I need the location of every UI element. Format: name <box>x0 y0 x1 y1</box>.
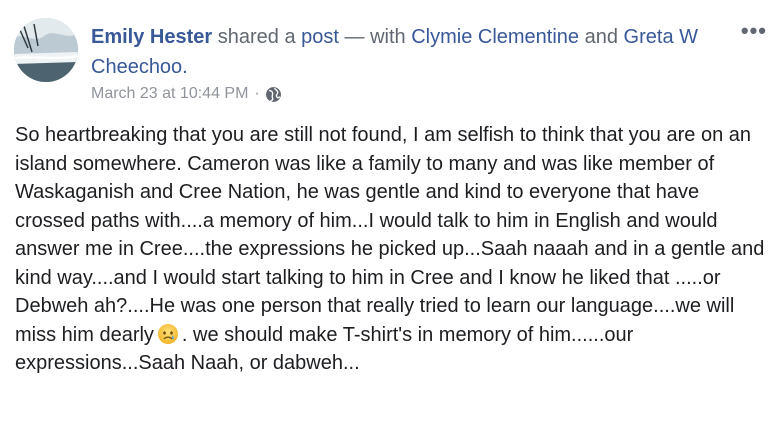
post-text: So heartbreaking that you are still not … <box>15 124 765 346</box>
author-avatar[interactable] <box>14 18 78 82</box>
post-body: So heartbreaking that you are still not … <box>15 121 765 378</box>
sad-face-icon <box>157 323 179 345</box>
post-header: Emily Hester shared a post — with Clymie… <box>91 22 720 82</box>
more-options-icon[interactable]: ••• <box>741 20 767 42</box>
post-timestamp-link[interactable]: March 23 at 10:44 PM <box>91 84 248 104</box>
post-meta: March 23 at 10:44 PM · <box>91 84 282 104</box>
meta-separator: · <box>254 85 260 102</box>
post-link[interactable]: post <box>301 26 339 48</box>
avatar-landscape-image <box>14 18 78 82</box>
and-text: and <box>584 26 618 48</box>
shared-post: Emily Hester shared a post — with Clymie… <box>0 0 780 427</box>
with-text: — with <box>344 26 406 48</box>
tagged-person-link-1[interactable]: Clymie Clementine <box>411 26 579 48</box>
shared-action-text: shared a <box>217 26 296 48</box>
author-name-link[interactable]: Emily Hester <box>91 26 212 48</box>
globe-icon[interactable] <box>265 86 282 103</box>
